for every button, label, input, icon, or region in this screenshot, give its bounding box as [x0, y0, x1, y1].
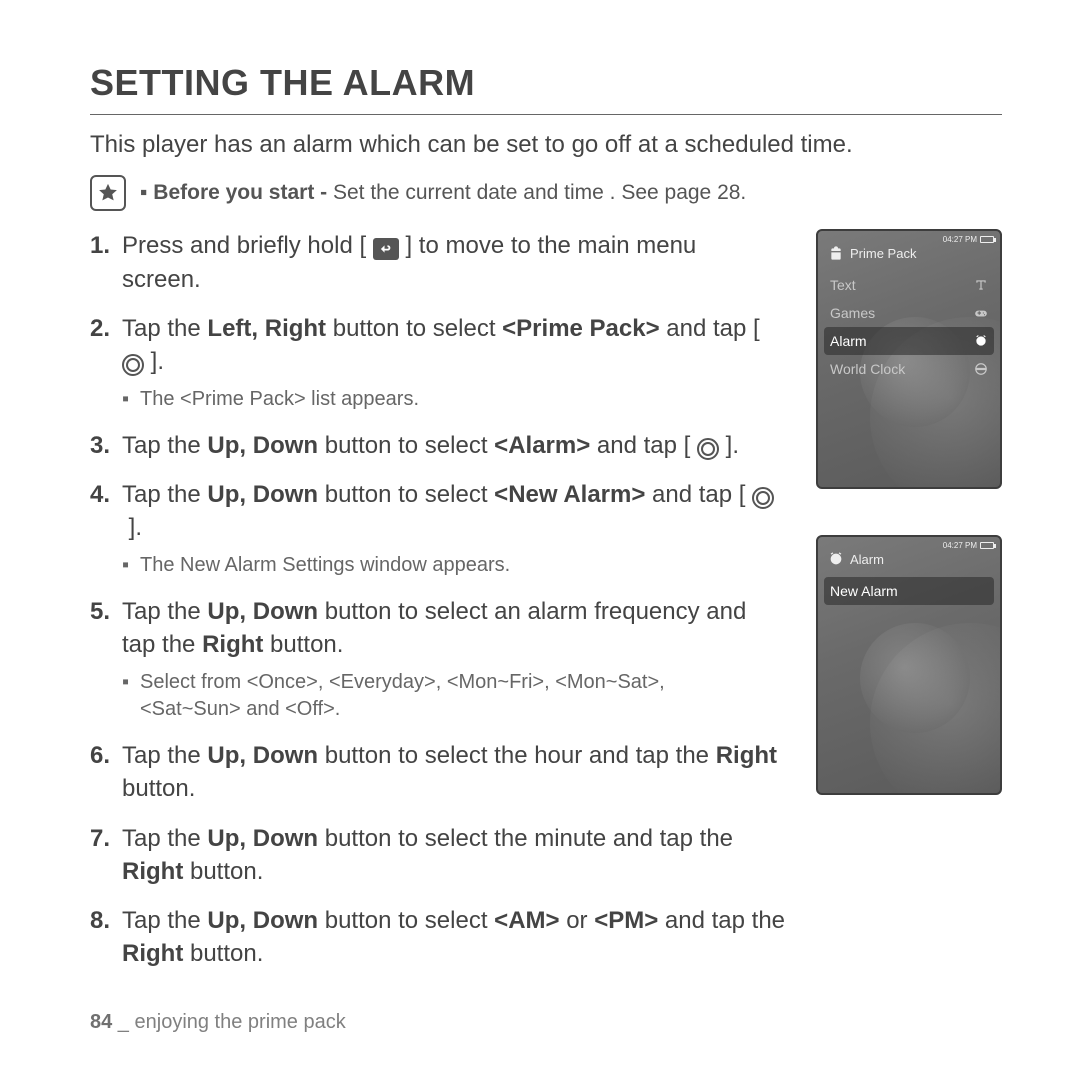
back-icon — [373, 238, 399, 260]
device-title: Prime Pack — [850, 246, 916, 261]
before-you-start-row: ▪ Before you start - Set the current dat… — [90, 175, 1002, 211]
device-time: 04:27 PM — [943, 235, 977, 244]
menu-item-games: Games — [818, 299, 1000, 327]
menu-item-new-alarm: New Alarm — [824, 577, 994, 605]
globe-icon — [974, 362, 988, 376]
step-3: 3. Tap the Up, Down button to select <Al… — [90, 429, 780, 462]
select-icon — [122, 354, 144, 376]
star-icon — [90, 175, 126, 211]
device-time: 04:27 PM — [943, 541, 977, 550]
step-5: 5. Tap the Up, Down button to select an … — [90, 595, 780, 723]
step-8: 8. Tap the Up, Down button to select <AM… — [90, 904, 792, 970]
select-icon — [752, 487, 774, 509]
select-icon — [697, 438, 719, 460]
battery-icon — [980, 542, 994, 549]
step-2-sub: The <Prime Pack> list appears. — [122, 386, 762, 413]
page-title: SETTING THE ALARM — [90, 62, 1002, 115]
step-5-sub: Select from <Once>, <Everyday>, <Mon~Fri… — [122, 669, 762, 723]
gamepad-icon — [974, 306, 988, 320]
alarm-icon — [974, 334, 988, 348]
page-footer: 84 _ enjoying the prime pack — [90, 1011, 346, 1034]
step-4-sub: The New Alarm Settings window appears. — [122, 552, 762, 579]
device-title: Alarm — [850, 552, 884, 567]
alarm-icon — [828, 551, 844, 567]
gift-icon — [828, 245, 844, 261]
intro-text: This player has an alarm which can be se… — [90, 129, 1002, 161]
step-2: 2. Tap the Left, Right button to select … — [90, 312, 780, 413]
step-6: 6. Tap the Up, Down button to select the… — [90, 739, 780, 805]
device-screenshot-prime-pack: 04:27 PM Prime Pack Text Games Alarm Wor… — [816, 229, 1002, 489]
battery-icon — [980, 236, 994, 243]
menu-item-text: Text — [818, 271, 1000, 299]
step-4: 4. Tap the Up, Down button to select <Ne… — [90, 478, 780, 579]
menu-item-world-clock: World Clock — [818, 355, 1000, 383]
menu-item-alarm: Alarm — [824, 327, 994, 355]
step-7: 7. Tap the Up, Down button to select the… — [90, 822, 780, 888]
before-you-start-text: ▪ Before you start - Set the current dat… — [140, 181, 746, 205]
step-1: 1. Press and briefly hold [ ] to move to… — [90, 229, 780, 295]
device-screenshot-alarm: 04:27 PM Alarm New Alarm — [816, 535, 1002, 795]
text-icon — [974, 278, 988, 292]
steps-list: 1. Press and briefly hold [ ] to move to… — [90, 229, 792, 970]
